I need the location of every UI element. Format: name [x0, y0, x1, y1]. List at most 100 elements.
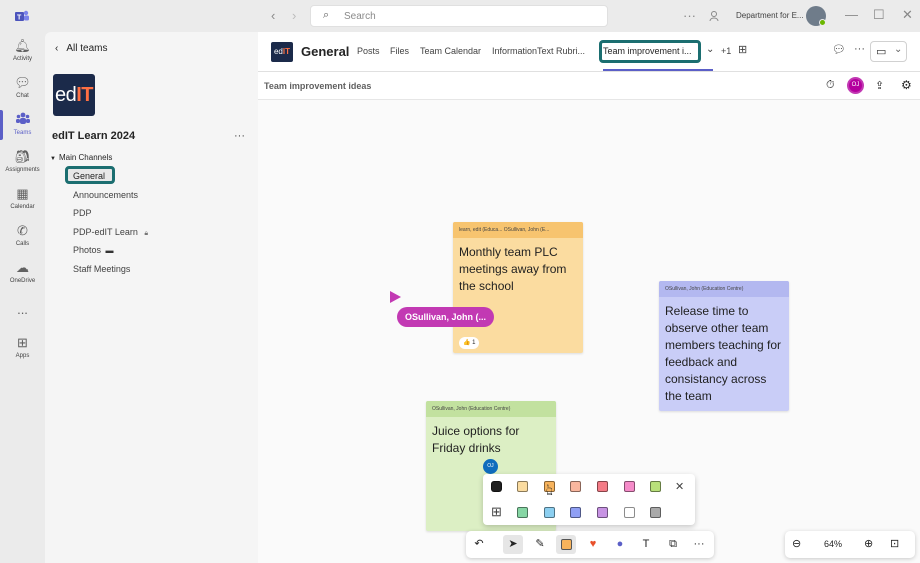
note-color-picker: ✕ ⊞ [483, 474, 695, 525]
close-icon[interactable]: ✕ [675, 480, 684, 493]
whiteboard-toolbar: ↶ ➤ ✎ ♥ ● T ⧉ ··· [466, 531, 714, 558]
logo-text-accent: IT [282, 47, 290, 56]
phone-icon: ✆ [17, 223, 28, 238]
color-swatch[interactable] [544, 507, 555, 518]
forward-arrow-icon[interactable]: › [292, 8, 296, 23]
more-options-icon[interactable]: ··· [854, 43, 865, 55]
text-icon[interactable]: T [636, 535, 656, 554]
settings-gear-icon[interactable]: ⚙︎ [901, 78, 912, 92]
color-swatch[interactable] [570, 507, 581, 518]
main-channels-section[interactable]: ▼ Main Channels [50, 153, 112, 162]
team-logo-text: ed [54, 84, 77, 106]
rail-item-chat[interactable]: 💬︎ Chat [0, 75, 45, 111]
more-tools-icon[interactable]: ··· [689, 535, 709, 554]
sticky-note[interactable]: learn, edit (Educa... OSullivan, John (E… [453, 222, 583, 353]
color-swatch[interactable] [650, 507, 661, 518]
rail-item-more[interactable]: ... [0, 302, 45, 338]
bell-icon: 🔔︎ [14, 38, 31, 53]
color-swatch[interactable] [650, 481, 661, 492]
title-bar: T ‹ › ⌕ Search ··· Department for E... —… [0, 0, 920, 32]
team-logo: edIT [53, 74, 95, 116]
add-app-icon: ⊞ [17, 335, 28, 350]
tab-information-text-rubric[interactable]: InformationText Rubri... [492, 46, 585, 56]
channel-label: Photos [73, 245, 102, 255]
undo-icon[interactable]: ↶ [469, 535, 489, 554]
share-icon[interactable]: ⇪ [875, 79, 884, 92]
rail-label: Chat [16, 93, 29, 99]
chevron-down-icon[interactable]: ⌄ [706, 44, 714, 55]
add-tab-icon[interactable]: ⊞ [738, 43, 747, 56]
team-more-options-icon[interactable]: ··· [234, 130, 245, 142]
team-name[interactable]: edIT Learn 2024 [52, 130, 135, 142]
channel-photos[interactable]: Photos ▬ [73, 245, 114, 255]
more-options-icon[interactable]: ··· [683, 8, 696, 23]
sticky-note[interactable]: OSullivan, John (Education Centre) Relea… [659, 281, 789, 411]
rail-item-activity[interactable]: 🔔︎ Activity [0, 38, 45, 74]
channel-pdp-edit-learn[interactable]: PDP-edIT Learn 🔒︎ [73, 227, 148, 238]
channel-announcements[interactable]: Announcements [73, 190, 138, 200]
zoom-out-icon[interactable]: ⊖ [792, 537, 801, 550]
rail-item-apps[interactable]: ⊞ Apps [0, 335, 45, 371]
teams-logo-icon: T [15, 9, 29, 28]
color-swatch[interactable] [491, 481, 502, 492]
channel-pdp[interactable]: PDP [73, 208, 92, 218]
meet-button[interactable]: ▭ ⌄ [870, 41, 907, 62]
note-author: OSullivan, John (Education Centre) [659, 281, 789, 297]
rail-label: Activity [12, 56, 32, 62]
channel-team-logo: edIT [271, 42, 293, 62]
maximize-icon[interactable]: ☐ [873, 7, 885, 23]
tab-posts[interactable]: Posts [357, 46, 380, 56]
chevron-down-icon: ⌄ [894, 44, 903, 55]
pen-icon[interactable]: ✎ [530, 535, 550, 554]
tab-team-calendar[interactable]: Team Calendar [420, 46, 481, 56]
tab-team-improvement[interactable]: Team improvement i... [603, 46, 692, 56]
more-colors-grid-icon[interactable]: ⊞ [491, 504, 502, 520]
teams-panel: ‹ All teams edIT edIT Learn 2024 ··· ▼ Mai… [45, 32, 258, 563]
all-teams-link[interactable]: ‹ All teams [55, 43, 107, 54]
remote-cursor-label: OSullivan, John (... [397, 307, 495, 327]
back-arrow-icon[interactable]: ‹ [271, 8, 275, 23]
color-swatch[interactable] [597, 507, 608, 518]
color-swatch[interactable] [517, 481, 528, 492]
zoom-level[interactable]: 64% [824, 539, 842, 549]
rail-label: Assignments [5, 167, 40, 173]
zoom-in-icon[interactable]: ⊕ [864, 537, 873, 550]
reaction-badge[interactable]: 👍 1 [459, 337, 480, 349]
color-swatch[interactable] [624, 507, 635, 518]
tab-files[interactable]: Files [390, 46, 409, 56]
minimize-icon[interactable]: — [845, 7, 858, 22]
remote-cursor-icon [389, 290, 402, 309]
org-name[interactable]: Department for E... [736, 11, 804, 20]
reactions-heart-icon[interactable]: ♥ [583, 535, 603, 554]
sticky-note-icon[interactable] [556, 535, 576, 554]
search-input[interactable]: ⌕ Search [310, 5, 608, 27]
channel-label: PDP-edIT Learn [73, 227, 138, 237]
templates-icon[interactable]: ● [610, 535, 630, 554]
note-text: Monthly team PLC meetings away from the … [459, 245, 567, 293]
close-window-icon[interactable]: ✕ [902, 7, 913, 23]
rail-item-onedrive[interactable]: ☁︎ OneDrive [0, 260, 45, 296]
timer-icon[interactable]: ⏱︎ [826, 79, 835, 92]
rail-label: Apps [15, 353, 30, 359]
shapes-icon[interactable]: ⧉ [663, 535, 683, 554]
teams-icon [0, 112, 45, 128]
org-switch-icon[interactable] [709, 9, 721, 27]
channel-staff-meetings[interactable]: Staff Meetings [73, 264, 130, 274]
more-tabs-count[interactable]: +1 [721, 46, 731, 56]
svg-text:T: T [17, 15, 22, 22]
app-rail: 🔔︎ Activity 💬︎ Chat Teams 🎒︎ Assignments… [0, 32, 45, 563]
channel-general[interactable]: General [73, 171, 105, 181]
rail-item-assignments[interactable]: 🎒︎ Assignments [0, 149, 45, 185]
collaborator-avatar[interactable]: OJ [847, 77, 864, 94]
fit-to-screen-icon[interactable]: ⊡ [890, 537, 899, 550]
rail-item-teams[interactable]: Teams [0, 112, 45, 148]
color-swatch[interactable] [597, 481, 608, 492]
select-pointer-icon[interactable]: ➤ [503, 535, 523, 554]
color-swatch[interactable] [624, 481, 635, 492]
rail-item-calls[interactable]: ✆ Calls [0, 223, 45, 259]
conversation-icon[interactable]: 💬︎ [832, 43, 846, 56]
color-swatch[interactable] [570, 481, 581, 492]
rail-item-calendar[interactable]: ▦ Calendar [0, 186, 45, 222]
color-swatch[interactable] [517, 507, 528, 518]
search-placeholder: Search [344, 11, 376, 22]
